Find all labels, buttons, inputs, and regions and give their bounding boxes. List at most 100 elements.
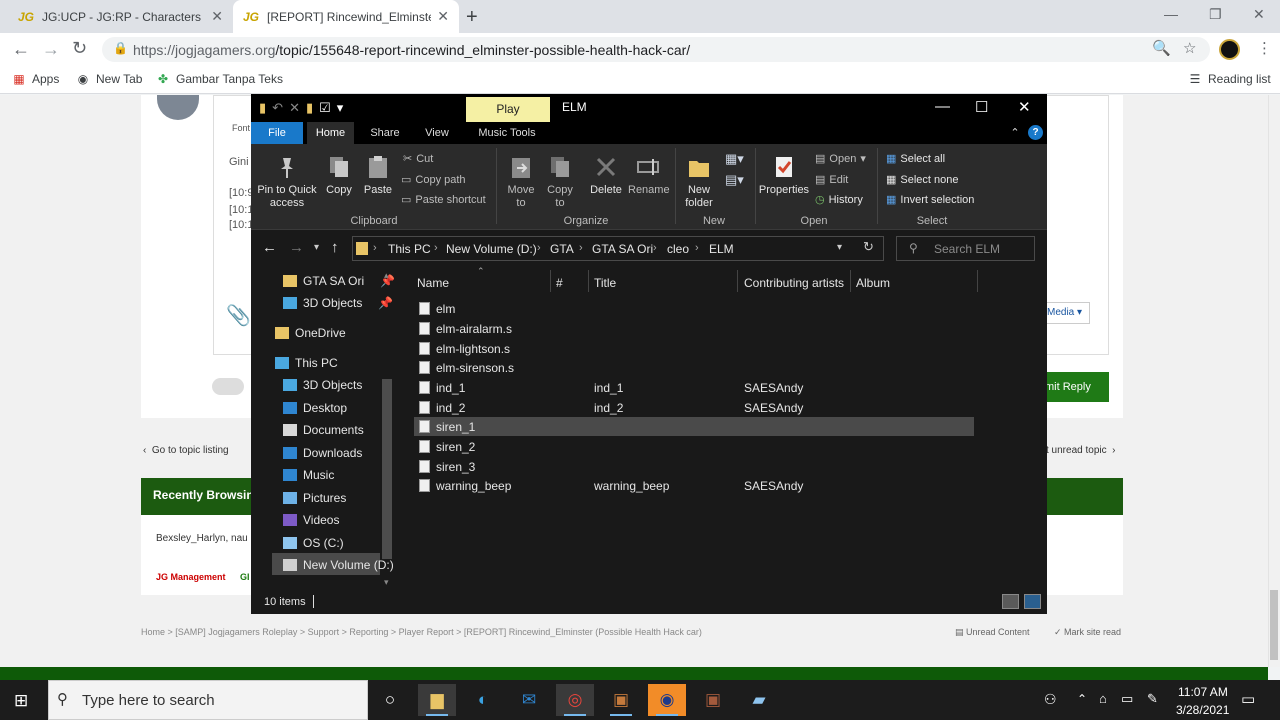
browser-tab-1[interactable]: JG JG:UCP - JG:RP - Characters ✕ xyxy=(8,0,233,33)
invert-selection-button[interactable]: ▦ Invert selection xyxy=(886,193,974,207)
bookmark-gambar[interactable]: ✤ Gambar Tanpa Teks xyxy=(156,72,283,86)
file-row[interactable]: elm-lightson.s xyxy=(414,339,974,358)
file-row[interactable]: siren_2 xyxy=(414,437,974,456)
breadcrumb-gta-sa-ori[interactable]: GTA SA Ori xyxy=(592,242,653,256)
battery-icon[interactable]: ▭ xyxy=(1121,691,1133,707)
close-tab-icon[interactable]: ✕ xyxy=(437,8,449,25)
minimize-icon[interactable]: — xyxy=(935,98,950,115)
close-icon[interactable]: ✕ xyxy=(1018,98,1031,116)
nav-item-desktop[interactable]: Desktop xyxy=(283,401,347,415)
play-context-tab[interactable]: Play xyxy=(466,97,550,122)
nav-scrollbar-thumb[interactable] xyxy=(382,379,392,559)
recent-locations-icon[interactable]: ▾ xyxy=(314,242,319,253)
scroll-up-icon[interactable]: ▴ xyxy=(384,270,389,281)
chrome-icon[interactable]: ◎ xyxy=(556,684,594,716)
nav-item-3d-objects[interactable]: 3D Objects xyxy=(283,378,362,392)
notification-icon[interactable]: ▭ xyxy=(1241,690,1255,708)
cut-button[interactable]: ✂ Cut xyxy=(403,152,433,166)
breadcrumb-cleo[interactable]: cleo xyxy=(667,242,689,256)
back-icon[interactable]: ← xyxy=(262,239,277,256)
easy-access-icon[interactable]: ▤▾ xyxy=(725,172,744,188)
back-icon[interactable]: ← xyxy=(12,39,30,60)
bookmark-apps[interactable]: ▦ Apps xyxy=(12,72,59,86)
tab-home[interactable]: Home xyxy=(307,122,354,144)
move-to-button[interactable]: Move to xyxy=(504,154,538,210)
notepad-icon[interactable]: ▰ xyxy=(740,684,778,716)
forward-icon[interactable]: → xyxy=(42,39,60,60)
network-icon[interactable]: ⌂ xyxy=(1099,691,1107,706)
page-scrollbar[interactable] xyxy=(1268,95,1280,667)
nav-item-onedrive[interactable]: OneDrive xyxy=(275,326,346,340)
submit-reply-button[interactable]: mit Reply xyxy=(1040,372,1109,402)
address-dropdown-icon[interactable]: ▾ xyxy=(837,242,842,253)
copy-to-button[interactable]: Copy to xyxy=(544,154,576,210)
scroll-down-icon[interactable]: ▾ xyxy=(384,577,389,588)
tab-share[interactable]: Share xyxy=(363,122,407,144)
breadcrumb-gta[interactable]: GTA xyxy=(550,242,574,256)
file-row[interactable]: ind_1 ind_1 SAESAndy xyxy=(414,378,974,397)
column-separator[interactable] xyxy=(588,270,589,292)
breadcrumb-elm[interactable]: ELM xyxy=(709,242,734,256)
go-to-listing-link[interactable]: ‹ Go to topic listing xyxy=(143,445,229,456)
unread-content-link[interactable]: ▤ Unread Content xyxy=(955,627,1030,638)
column-album[interactable]: Album xyxy=(856,276,890,290)
file-row[interactable]: ind_2 ind_2 SAESAndy xyxy=(414,398,974,417)
nav-item-downloads[interactable]: Downloads xyxy=(283,446,362,460)
nav-item-music[interactable]: Music xyxy=(283,468,334,482)
nav-item-os-c[interactable]: OS (C:) xyxy=(283,536,344,550)
column-contributing-artists[interactable]: Contributing artists xyxy=(744,276,844,290)
minimize-icon[interactable]: — xyxy=(1164,6,1178,22)
select-none-button[interactable]: ▦ Select none xyxy=(886,173,959,187)
close-window-icon[interactable]: ✕ xyxy=(1253,6,1265,23)
nav-item-3d-objects-pinned[interactable]: 3D Objects 📌 xyxy=(283,296,393,310)
url-text[interactable]: https://jogjagamers.org/topic/155648-rep… xyxy=(133,42,690,58)
clock-time[interactable]: 11:07 AM xyxy=(1178,685,1228,699)
zoom-icon[interactable]: 🔍 xyxy=(1152,39,1171,57)
reload-icon[interactable]: ↻ xyxy=(72,38,87,59)
close-tab-icon[interactable]: ✕ xyxy=(211,8,223,25)
delete-icon[interactable]: ✕ xyxy=(289,100,300,116)
toggle-switch[interactable] xyxy=(212,378,244,395)
new-folder-button[interactable]: New folder xyxy=(681,154,717,210)
lock-icon[interactable]: 🔒 xyxy=(113,41,128,55)
nav-item-documents[interactable]: Documents xyxy=(283,423,364,437)
game-launcher-icon[interactable]: ▣ xyxy=(694,684,732,716)
help-icon[interactable]: ? xyxy=(1028,125,1043,140)
file-explorer-taskbar-icon[interactable]: ▆ xyxy=(418,684,456,716)
collapse-ribbon-icon[interactable]: ⌃ xyxy=(1007,122,1023,144)
people-icon[interactable]: ⚇ xyxy=(1044,691,1057,708)
tray-chevron-icon[interactable]: ⌃ xyxy=(1077,692,1087,706)
new-item-icon[interactable]: ▦▾ xyxy=(725,151,744,167)
bookmark-new-tab[interactable]: ◉ New Tab xyxy=(76,72,143,86)
star-icon[interactable]: ☆ xyxy=(1183,39,1196,57)
customize-qat-icon[interactable]: ▾ xyxy=(337,100,344,116)
clock-date[interactable]: 3/28/2021 xyxy=(1176,703,1229,717)
maximize-icon[interactable]: ☐ xyxy=(975,98,988,116)
windows-start-icon[interactable]: ⊞ xyxy=(14,691,28,711)
paperclip-icon[interactable]: 📎 xyxy=(226,303,251,328)
folder-icon[interactable]: ▮ xyxy=(306,100,313,116)
paste-shortcut-button[interactable]: ▭ Paste shortcut xyxy=(401,193,486,207)
refresh-icon[interactable]: ↻ xyxy=(863,239,874,255)
file-row[interactable]: elm-airalarm.s xyxy=(414,319,974,338)
breadcrumb-this-pc[interactable]: This PC xyxy=(388,242,431,256)
copy-button[interactable]: Copy xyxy=(323,154,355,197)
history-button[interactable]: ◷ History xyxy=(815,193,863,207)
nav-item-this-pc[interactable]: This PC xyxy=(275,356,338,370)
nav-item-pictures[interactable]: Pictures xyxy=(283,491,346,505)
profile-avatar[interactable] xyxy=(1219,39,1240,60)
nav-item-videos[interactable]: Videos xyxy=(283,513,339,527)
edge-icon[interactable]: ◐ xyxy=(464,684,502,716)
pen-icon[interactable]: ✎ xyxy=(1147,691,1158,707)
browser-tab-2[interactable]: JG [REPORT] Rincewind_Elminster (P ✕ xyxy=(233,0,459,33)
column-separator[interactable] xyxy=(550,270,551,292)
breadcrumb-new-volume[interactable]: New Volume (D:) xyxy=(446,242,537,256)
menu-icon[interactable]: ⋮ xyxy=(1257,39,1272,57)
task-view-icon[interactable]: ○ xyxy=(371,684,409,716)
media-button[interactable]: Media ▾ xyxy=(1040,302,1090,324)
reading-list-button[interactable]: ☰ Reading list xyxy=(1188,72,1271,86)
properties-icon[interactable]: ☑ xyxy=(319,100,331,116)
large-icons-view-icon[interactable] xyxy=(1024,594,1041,609)
new-tab-button[interactable]: + xyxy=(466,6,478,29)
page-scroll-thumb[interactable] xyxy=(1270,590,1278,660)
